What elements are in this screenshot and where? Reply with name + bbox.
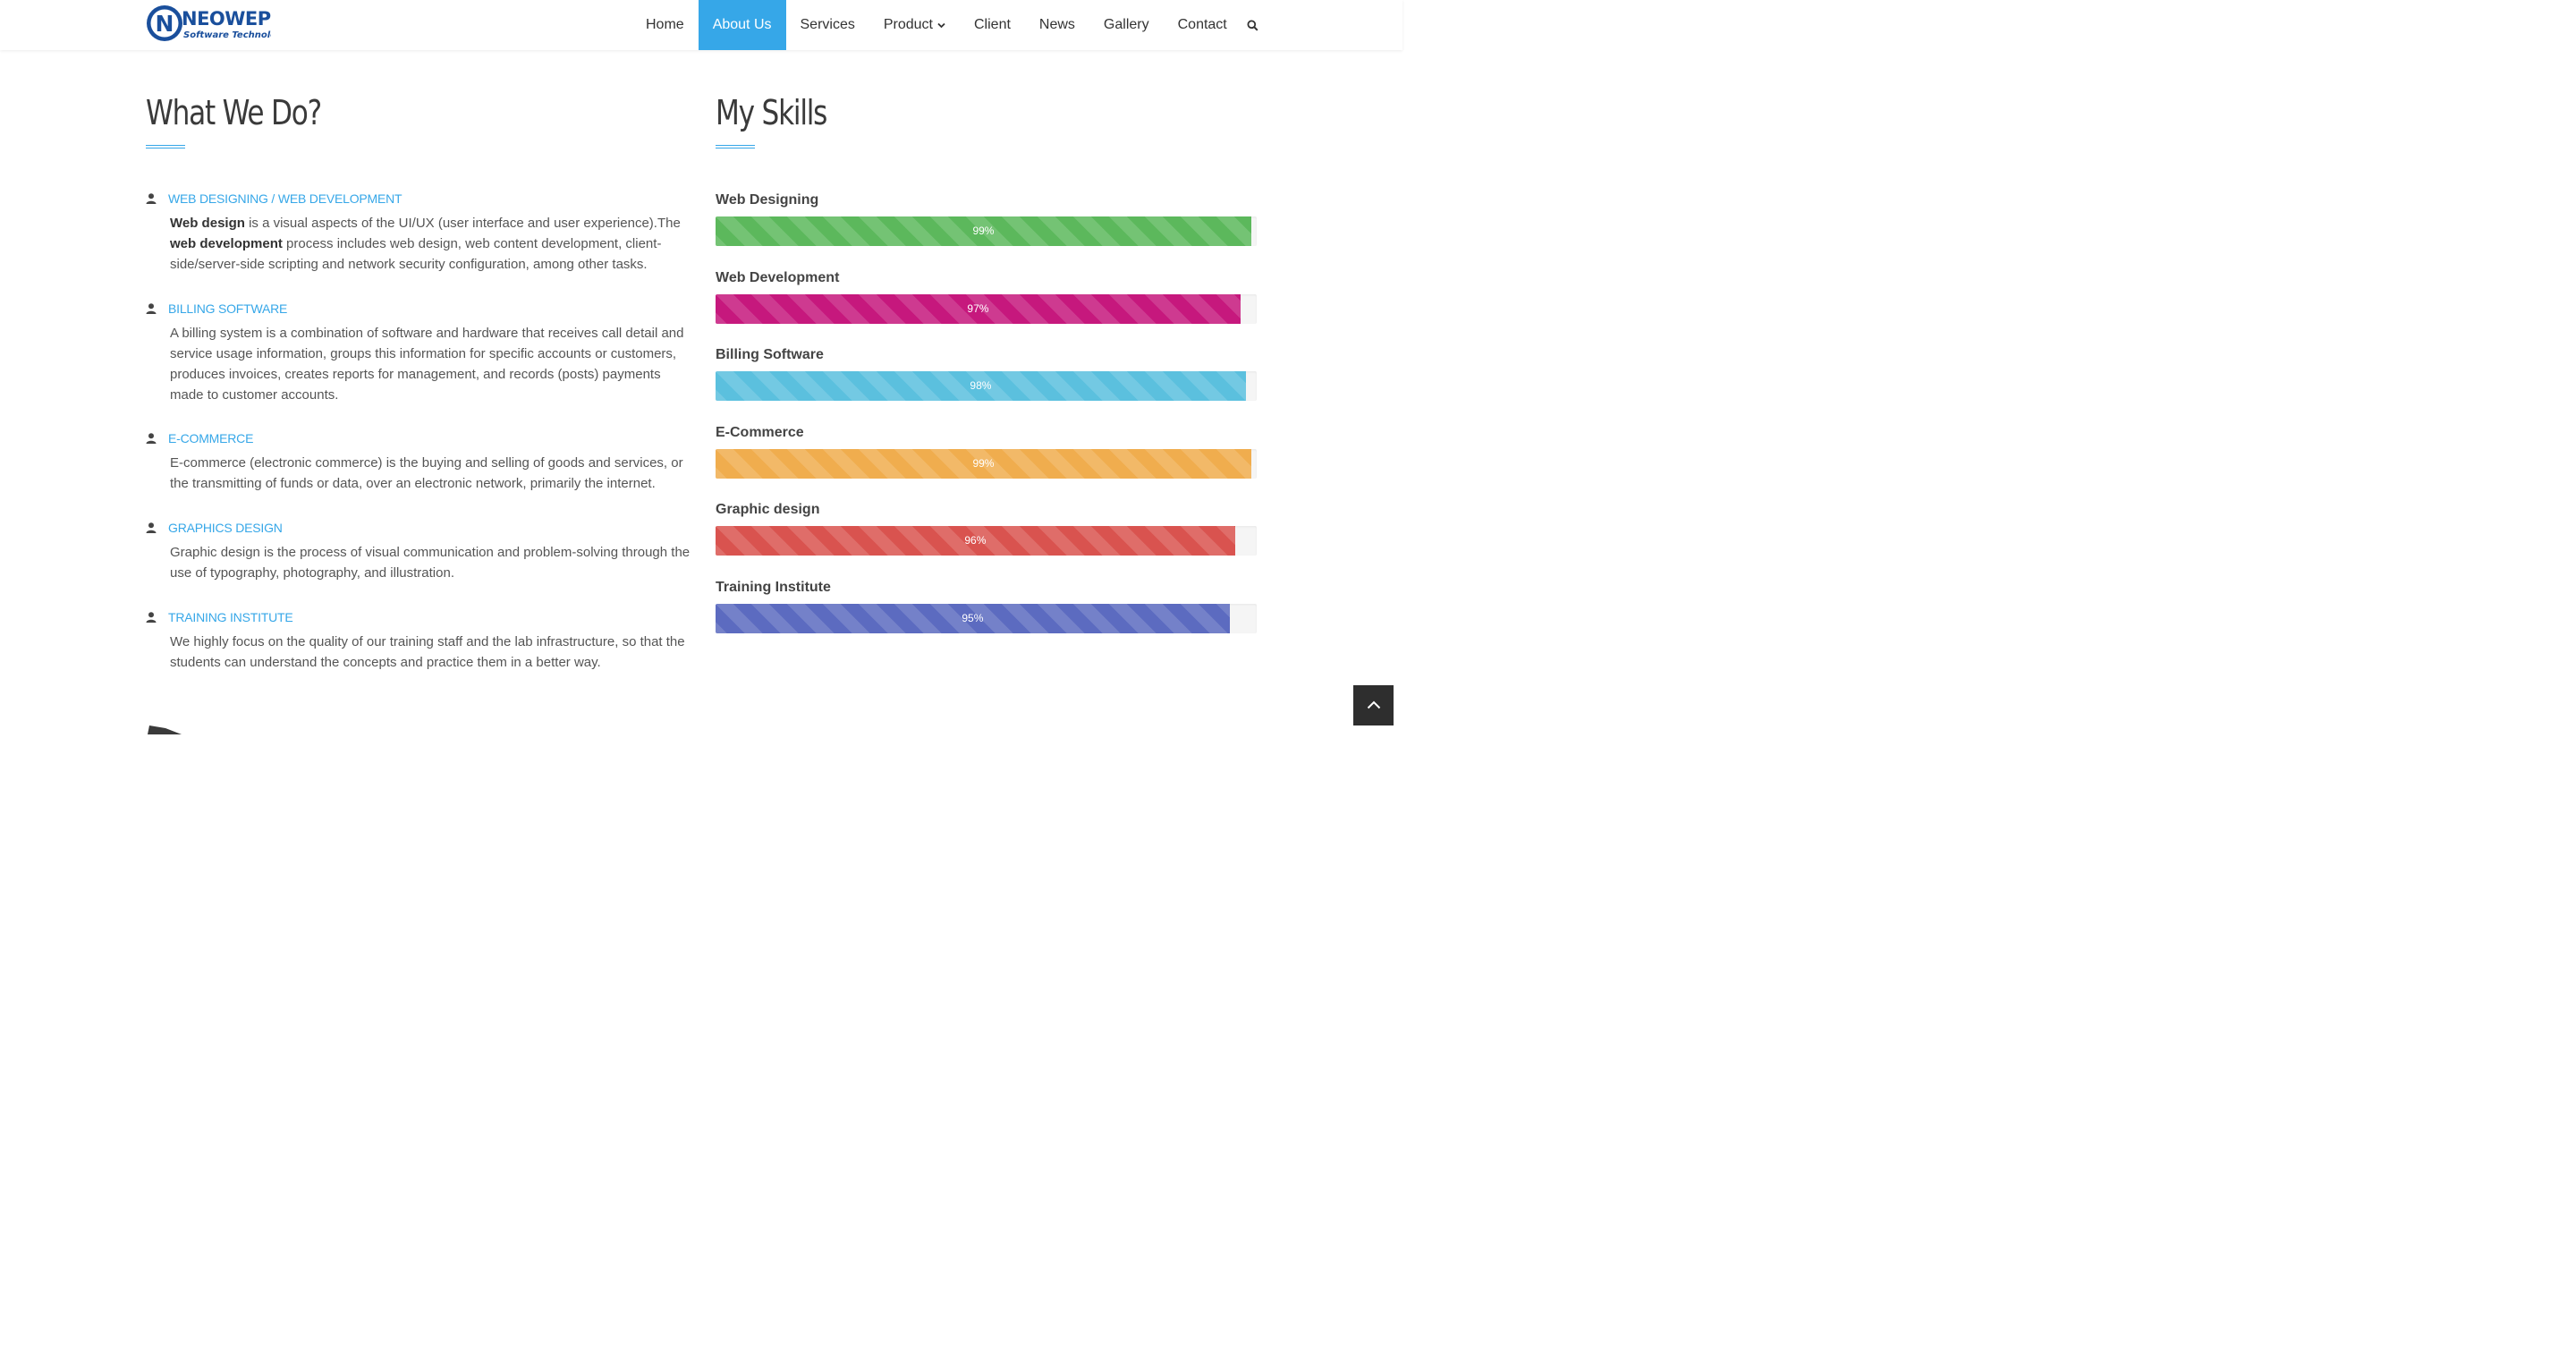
skill-row: Web Development 97% xyxy=(716,267,1257,345)
nav-gallery[interactable]: Gallery xyxy=(1089,0,1164,50)
service-title[interactable]: GRAPHICS DESIGN xyxy=(168,519,691,537)
progress-label: 96% xyxy=(964,534,987,547)
nav-news-label: News xyxy=(1038,17,1075,32)
user-icon xyxy=(146,302,157,314)
nav-client-label: Client xyxy=(974,17,1011,32)
nav-contact-label: Contact xyxy=(1177,17,1227,32)
skill-row: E-Commerce 99% xyxy=(716,422,1257,500)
user-icon xyxy=(146,522,157,533)
skill-name: Training Institute xyxy=(716,579,831,595)
service-title[interactable]: BILLING SOFTWARE xyxy=(168,300,691,318)
nav-home-label: Home xyxy=(646,17,684,32)
skills-list: Web Designing 99% Web Development 97% Bi… xyxy=(716,190,1257,654)
list-item: BILLING SOFTWARE A billing system is a c… xyxy=(146,300,691,429)
list-item: E-COMMERCE E-commerce (electronic commer… xyxy=(146,429,691,519)
main-nav: Home About Us Services Product Client Ne… xyxy=(631,0,1266,50)
nav-contact[interactable]: Contact xyxy=(1164,0,1241,50)
progress-track: 95% xyxy=(716,603,1257,633)
nav-about-us[interactable]: About Us xyxy=(698,0,786,50)
nav-client[interactable]: Client xyxy=(960,0,1025,50)
title-underline xyxy=(716,145,755,148)
list-item: TRAINING INSTITUTE We highly focus on th… xyxy=(146,608,691,698)
skill-row: Billing Software 98% xyxy=(716,344,1257,422)
skill-row: Training Institute 95% xyxy=(716,577,1257,655)
nav-product[interactable]: Product xyxy=(869,0,960,50)
nav-about-label: About Us xyxy=(712,17,772,32)
title-underline xyxy=(146,145,185,148)
service-description: A billing system is a combination of sof… xyxy=(170,326,684,403)
progress-track: 99% xyxy=(716,448,1257,479)
nav-gallery-label: Gallery xyxy=(1103,17,1149,32)
skill-name: Billing Software xyxy=(716,347,824,362)
skill-row: Web Designing 99% xyxy=(716,190,1257,267)
progress-label: 99% xyxy=(972,456,995,470)
service-description: We highly focus on the quality of our tr… xyxy=(170,634,685,670)
services-list: WEB DESIGNING / WEB DEVELOPMENT Web desi… xyxy=(146,190,691,698)
progress-track: 99% xyxy=(716,216,1257,246)
progress-track: 96% xyxy=(716,526,1257,556)
progress-label: 99% xyxy=(972,225,995,237)
nav-news[interactable]: News xyxy=(1025,0,1089,50)
chevron-down-icon xyxy=(937,22,945,29)
skill-name: Web Development xyxy=(716,269,840,285)
nav-home[interactable]: Home xyxy=(631,0,699,50)
nav-services[interactable]: Services xyxy=(786,0,869,50)
skill-name: Graphic design xyxy=(716,502,820,517)
svg-text:Software Technology: Software Technology xyxy=(183,30,271,40)
next-section-graphic xyxy=(146,723,191,734)
site-header: N NEOWEP Software Technology Home About … xyxy=(0,0,1402,50)
list-item: GRAPHICS DESIGN Graphic design is the pr… xyxy=(146,519,691,608)
nav-services-label: Services xyxy=(800,17,855,32)
my-skills-title: My Skills xyxy=(716,93,827,132)
what-we-do-title: What We Do? xyxy=(146,93,322,132)
user-icon xyxy=(146,611,157,623)
progress-label: 98% xyxy=(970,379,992,392)
user-icon xyxy=(146,432,157,444)
svg-text:NEOWEP: NEOWEP xyxy=(182,8,271,30)
list-item: WEB DESIGNING / WEB DEVELOPMENT Web desi… xyxy=(146,190,691,300)
user-icon xyxy=(146,192,157,204)
progress-track: 98% xyxy=(716,371,1257,401)
nav-product-label: Product xyxy=(883,17,933,32)
skill-row: Graphic design 96% xyxy=(716,499,1257,577)
service-description: E-commerce (electronic commerce) is the … xyxy=(170,455,683,491)
service-title[interactable]: TRAINING INSTITUTE xyxy=(168,608,691,626)
service-description: Graphic design is the process of visual … xyxy=(170,545,691,581)
skill-name: Web Designing xyxy=(716,192,819,208)
svg-text:N: N xyxy=(156,11,174,37)
chevron-up-icon xyxy=(1367,698,1381,714)
progress-label: 95% xyxy=(962,611,984,624)
service-title[interactable]: E-COMMERCE xyxy=(168,429,691,447)
back-to-top-button[interactable] xyxy=(1353,685,1394,725)
brand-logo[interactable]: N NEOWEP Software Technology xyxy=(146,4,271,43)
search-icon[interactable] xyxy=(1241,0,1266,50)
progress-label: 97% xyxy=(967,301,989,315)
skill-name: E-Commerce xyxy=(716,424,804,440)
progress-track: 97% xyxy=(716,293,1257,324)
service-title[interactable]: WEB DESIGNING / WEB DEVELOPMENT xyxy=(168,190,691,208)
service-description: Web design is a visual aspects of the UI… xyxy=(170,216,681,272)
